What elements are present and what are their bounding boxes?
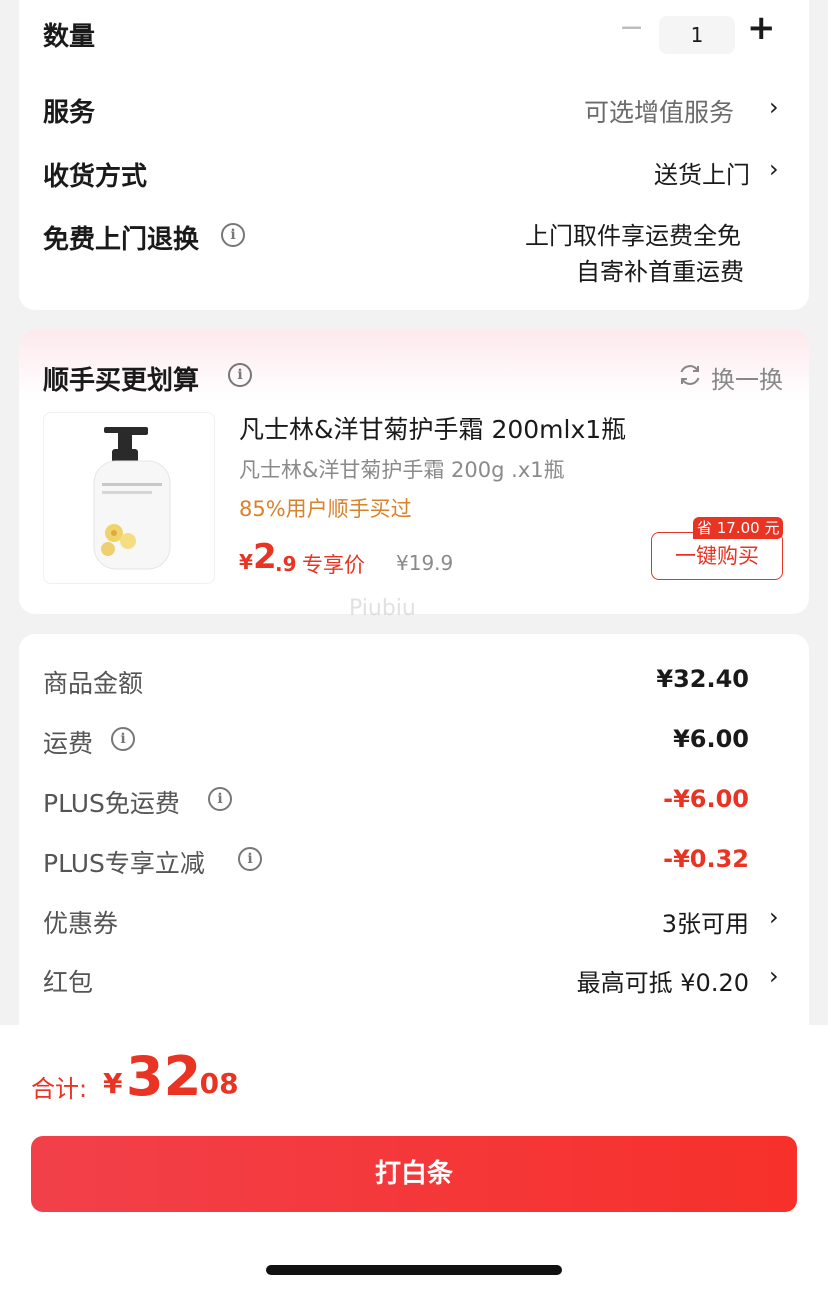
plus-discount-label: PLUS专享立减	[43, 849, 205, 878]
return-line-2: 自寄补首重运费	[576, 258, 744, 286]
goods-amount-value: ¥32.40	[656, 665, 749, 693]
quantity-input[interactable]: 1	[659, 16, 735, 54]
bought-ratio: 85%用户顺手买过	[239, 497, 412, 521]
watermark: Piubiu	[349, 596, 416, 621]
goods-amount-label: 商品金额	[43, 669, 144, 698]
quantity-label: 数量	[43, 22, 96, 52]
home-indicator	[266, 1265, 562, 1275]
bottom-bar: 合计: ¥ 32 .08 打白条	[0, 1025, 828, 1291]
delivery-value: 送货上门	[654, 161, 750, 189]
info-icon[interactable]: i	[111, 727, 135, 751]
red-packet-label: 红包	[43, 968, 94, 997]
service-value: 可选增值服务	[584, 98, 735, 127]
pay-button-label: 打白条	[374, 1159, 453, 1189]
refresh-label: 换一换	[711, 366, 783, 394]
product-spec: 凡士林&洋甘菊护手霜 200g .x1瓶	[239, 458, 565, 482]
one-click-buy-button[interactable]: 一键购买	[651, 532, 783, 580]
price-tag: 专享价	[302, 553, 365, 577]
buy-button-label: 一键购买	[675, 544, 759, 568]
order-info-card: 数量 − 1 + 服务 可选增值服务 › 收货方式 送货上门 › 免费上门退换 …	[19, 0, 809, 310]
product-image[interactable]	[43, 412, 215, 584]
chevron-right-icon: ›	[769, 962, 779, 990]
price-symbol: ¥	[239, 550, 253, 574]
shipping-value: ¥6.00	[673, 725, 749, 753]
total-label: 合计:	[31, 1075, 88, 1103]
info-icon[interactable]: i	[221, 223, 245, 247]
info-icon[interactable]: i	[208, 787, 232, 811]
service-label: 服务	[43, 98, 96, 128]
coupon-label: 优惠券	[43, 909, 119, 938]
price-integer: 2	[253, 537, 277, 577]
info-icon[interactable]: i	[238, 847, 262, 871]
red-packet-value: 最高可抵 ¥0.20	[576, 969, 749, 997]
price-decimal: .9	[275, 552, 297, 576]
return-line-1: 上门取件享运费全免	[525, 222, 741, 250]
addon-title: 顺手买更划算	[43, 366, 200, 396]
coupon-value: 3张可用	[661, 910, 749, 938]
chevron-right-icon: ›	[769, 93, 779, 121]
chevron-right-icon: ›	[769, 155, 779, 183]
return-label: 免费上门退换	[43, 225, 200, 255]
plus-free-shipping-value: -¥6.00	[663, 785, 749, 813]
total-symbol: ¥	[103, 1067, 123, 1100]
plus-free-shipping-label: PLUS免运费	[43, 789, 180, 818]
price-summary-card: 商品金额 ¥32.40 运费 i ¥6.00 PLUS免运费 i -¥6.00 …	[19, 634, 809, 1054]
save-badge: 省 17.00 元	[693, 517, 784, 539]
original-price: ¥19.9	[396, 551, 454, 575]
pay-button[interactable]: 打白条	[31, 1136, 797, 1212]
plus-discount-value: -¥0.32	[663, 845, 749, 873]
total-decimal: .08	[189, 1067, 239, 1100]
quantity-decrease-button[interactable]: −	[619, 10, 644, 45]
shipping-label: 运费	[43, 729, 94, 758]
quantity-increase-button[interactable]: +	[747, 8, 776, 48]
delivery-label: 收货方式	[43, 162, 148, 192]
info-icon[interactable]: i	[228, 363, 252, 387]
product-name[interactable]: 凡士林&洋甘菊护手霜 200mlx1瓶	[239, 410, 626, 446]
refresh-icon	[680, 365, 700, 385]
chevron-right-icon: ›	[769, 903, 779, 931]
hand-cream-bottle-icon	[93, 427, 171, 570]
addon-card: 顺手买更划算 i 换一换 凡士林&洋甘菊护手霜 200mlx1瓶 凡士林&洋甘菊…	[19, 330, 809, 621]
